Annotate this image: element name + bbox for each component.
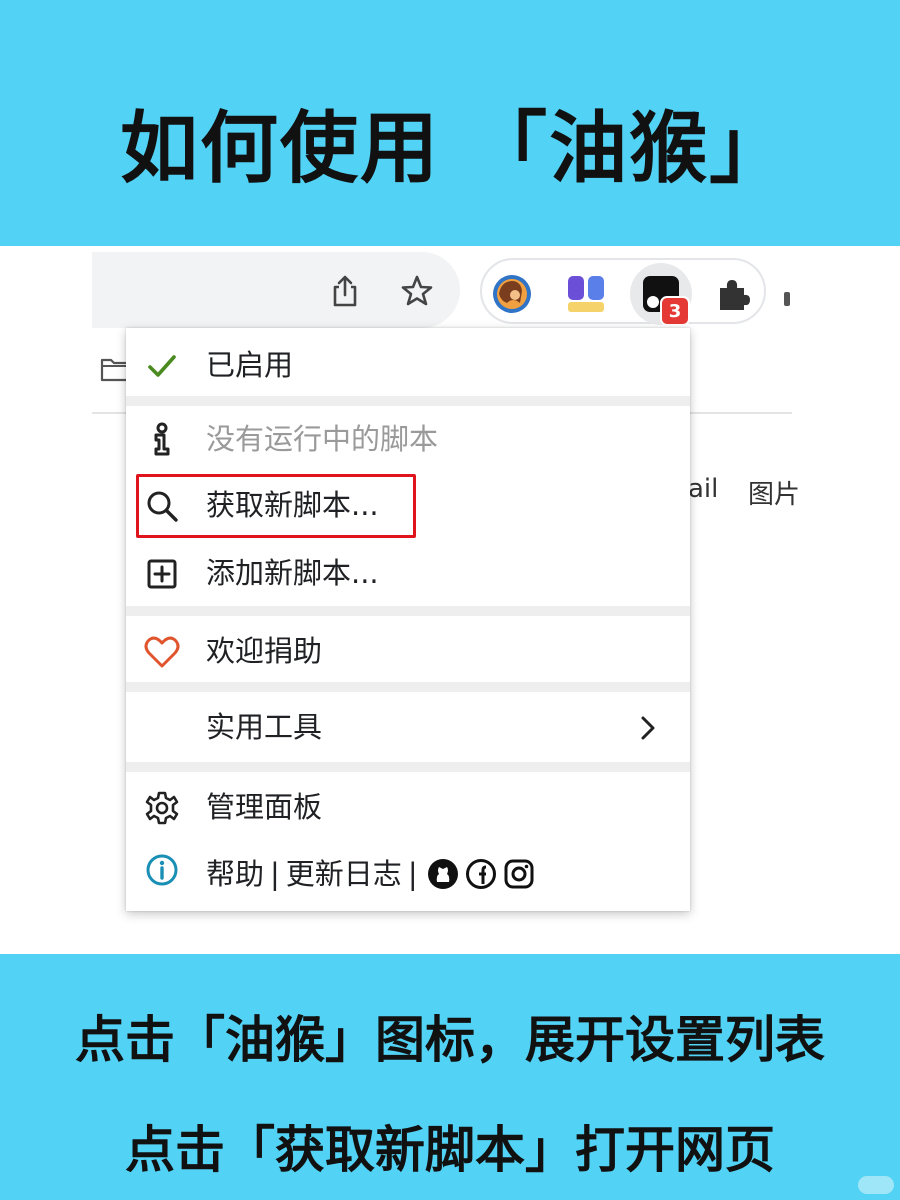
tampermonkey-badge: 3 bbox=[660, 296, 690, 326]
changelog-separator: | bbox=[407, 857, 418, 891]
changelog-link[interactable]: 更新日志 bbox=[286, 856, 402, 892]
instagram-icon[interactable] bbox=[502, 857, 536, 891]
menu-separator bbox=[126, 606, 690, 616]
toolbar-overflow-hint bbox=[784, 292, 790, 306]
extensions-area: 3 bbox=[480, 258, 766, 326]
menu-item-add-new-script[interactable]: 添加新脚本... bbox=[126, 542, 690, 602]
bottom-banner: 点击「油猴」图标，展开设置列表 点击「获取新脚本」打开网页 bbox=[0, 954, 900, 1200]
plus-square-icon bbox=[144, 556, 180, 592]
translate-extension-icon[interactable] bbox=[564, 272, 608, 316]
chevron-right-icon bbox=[636, 714, 660, 742]
menu-separator bbox=[126, 396, 690, 406]
help-separator: | bbox=[270, 857, 280, 891]
menu-label-add-new-script: 添加新脚本... bbox=[206, 556, 379, 590]
menu-item-dashboard[interactable]: 管理面板 bbox=[126, 776, 690, 836]
page-title: 如何使用 「油猴」 bbox=[120, 104, 790, 194]
help-link[interactable]: 帮助 bbox=[206, 856, 264, 892]
tampermonkey-menu: 已启用 没有运行中的脚本 获取新脚本... 添加新脚本... 欢迎捐助 实用工具… bbox=[126, 328, 690, 911]
heart-icon bbox=[144, 634, 180, 670]
menu-label-no-scripts: 没有运行中的脚本 bbox=[206, 422, 439, 456]
background-link-images[interactable]: 图片 bbox=[748, 474, 800, 511]
menu-separator bbox=[126, 682, 690, 692]
menu-item-enabled[interactable]: 已启用 bbox=[126, 334, 690, 394]
menu-item-donate[interactable]: 欢迎捐助 bbox=[126, 620, 690, 680]
address-bar[interactable] bbox=[92, 252, 460, 328]
star-icon[interactable] bbox=[400, 274, 434, 308]
menu-item-utilities[interactable]: 实用工具 bbox=[126, 696, 690, 756]
share-icon[interactable] bbox=[328, 274, 362, 308]
instruction-line-2: 点击「获取新脚本」打开网页 bbox=[125, 1121, 775, 1179]
info-circle-icon bbox=[144, 852, 180, 888]
highlight-box bbox=[136, 474, 416, 538]
avatar-extension-icon[interactable] bbox=[490, 272, 534, 316]
help-row: 帮助 | 更新日志 | bbox=[206, 854, 536, 894]
menu-label-utilities: 实用工具 bbox=[206, 710, 323, 744]
instruction-line-1: 点击「油猴」图标，展开设置列表 bbox=[75, 1011, 825, 1069]
menu-label-dashboard: 管理面板 bbox=[206, 790, 323, 824]
gear-icon bbox=[144, 790, 180, 826]
menu-label-donate: 欢迎捐助 bbox=[206, 634, 323, 668]
watermark-badge bbox=[858, 1176, 894, 1194]
menu-separator bbox=[126, 762, 690, 772]
checkmark-icon bbox=[144, 348, 180, 384]
github-icon[interactable] bbox=[426, 857, 460, 891]
info-script-icon bbox=[144, 422, 180, 458]
menu-label-enabled: 已启用 bbox=[206, 348, 294, 382]
menu-item-no-scripts: 没有运行中的脚本 bbox=[126, 408, 690, 468]
top-banner: 如何使用 「油猴」 bbox=[0, 0, 900, 246]
facebook-icon[interactable] bbox=[464, 857, 498, 891]
puzzle-extensions-icon[interactable] bbox=[710, 272, 754, 316]
background-link-mail[interactable]: ail bbox=[688, 474, 718, 504]
